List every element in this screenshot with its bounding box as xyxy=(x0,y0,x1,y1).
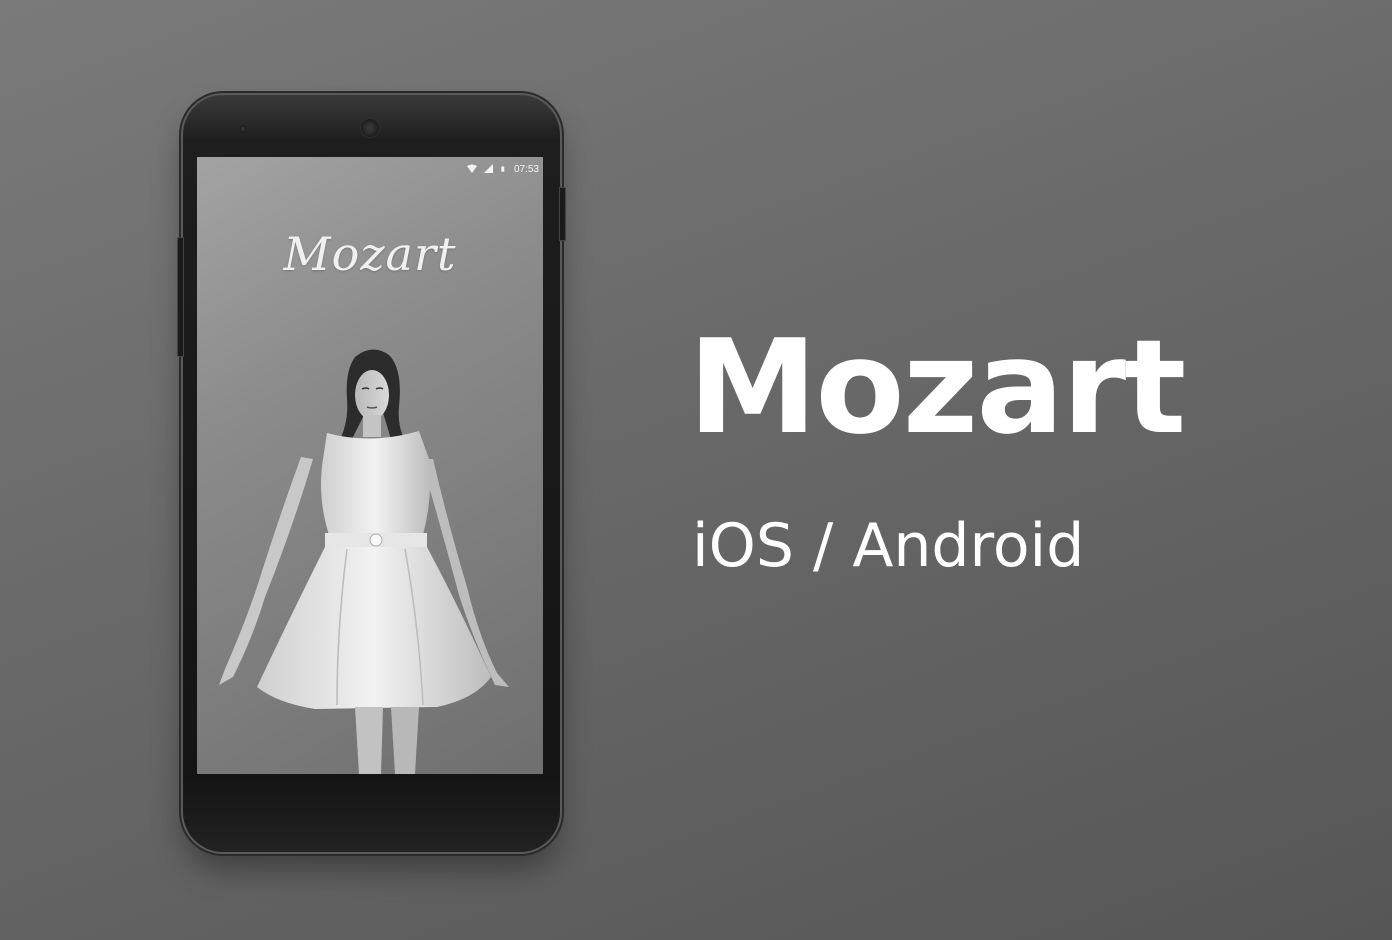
promo-canvas: { "colors": { "background": "#6a6a6a", "… xyxy=(0,0,1392,940)
power-button xyxy=(559,187,566,241)
platforms-subtitle: iOS / Android xyxy=(692,511,1085,581)
status-bar: 07:53 xyxy=(466,161,539,177)
model-in-white-dress xyxy=(219,349,509,774)
volume-button xyxy=(177,237,184,357)
signal-icon xyxy=(483,164,493,173)
app-logo: Mozart xyxy=(283,227,457,281)
page-title: Mozart xyxy=(688,311,1186,463)
phone-mockup: 07:53 Mozart xyxy=(177,95,566,852)
sensor-dot xyxy=(239,125,247,133)
phone-screen: 07:53 Mozart xyxy=(197,157,543,774)
wifi-icon xyxy=(466,164,477,173)
front-camera-icon xyxy=(361,119,379,137)
status-time: 07:53 xyxy=(513,163,539,175)
battery-icon xyxy=(501,166,505,172)
